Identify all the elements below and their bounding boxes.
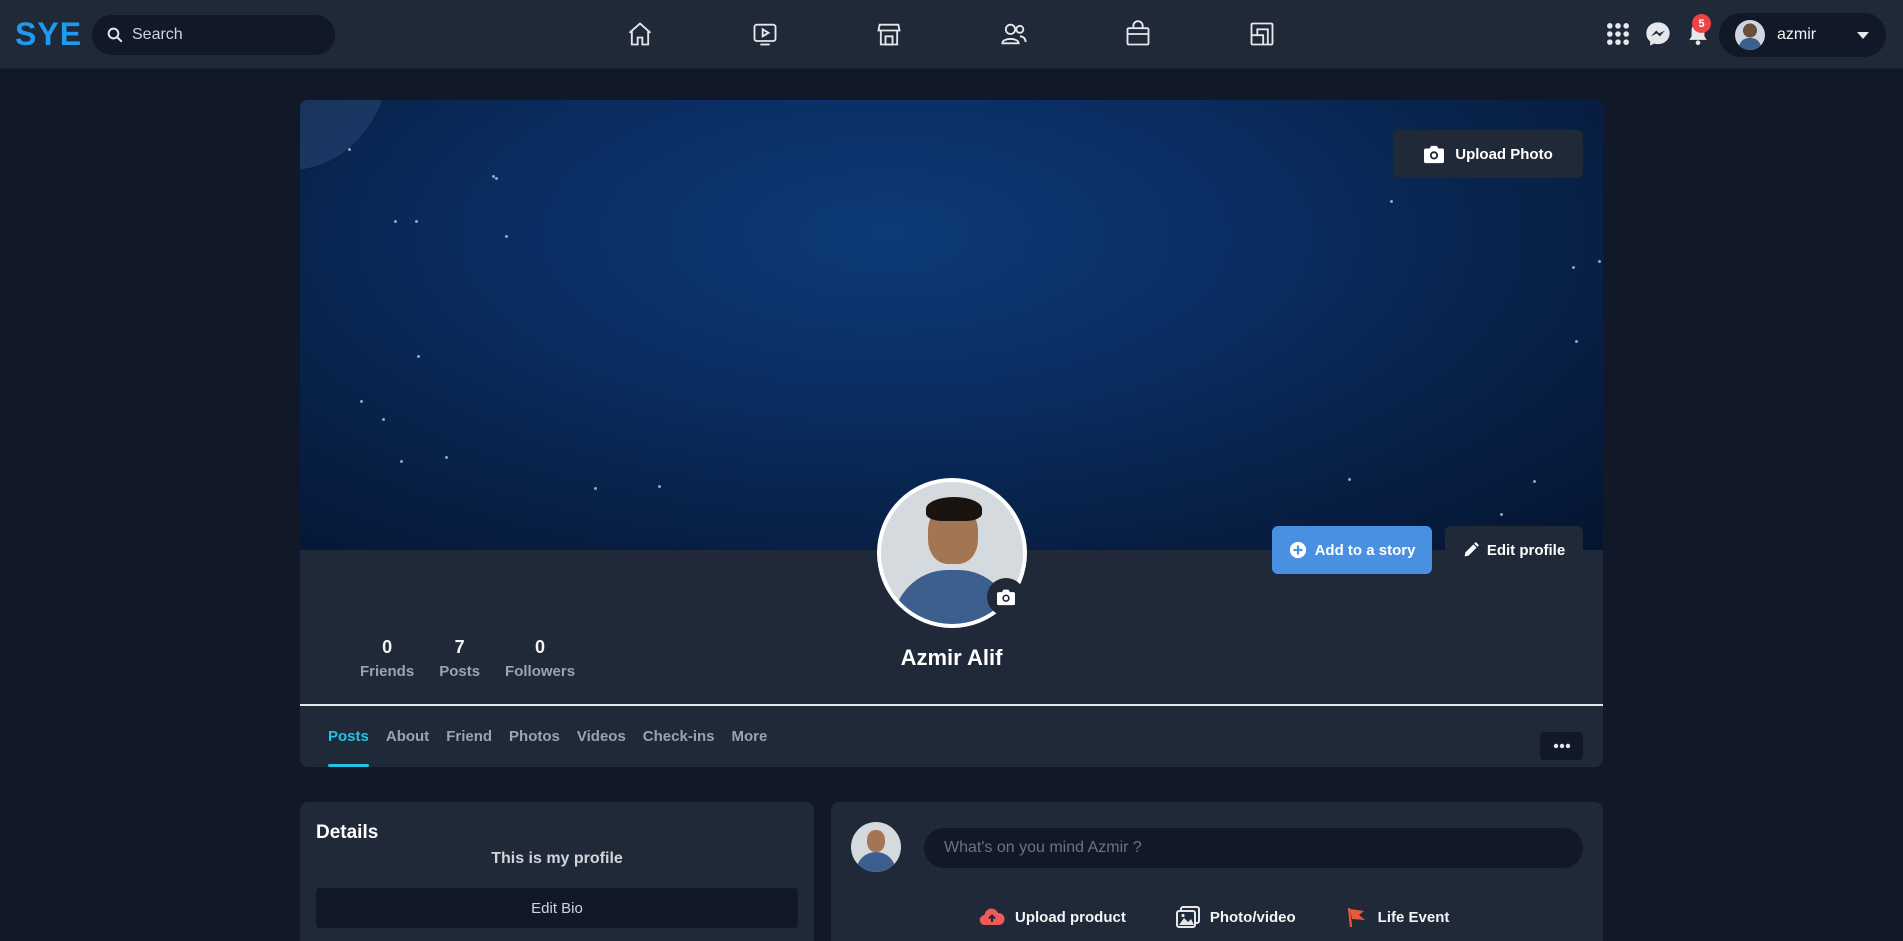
nav-marketplace[interactable]	[873, 18, 905, 50]
tab-check-ins[interactable]: Check-ins	[643, 706, 715, 767]
edit-profile-button[interactable]: Edit profile	[1445, 526, 1583, 574]
username: azmir	[1777, 26, 1817, 43]
tab-more[interactable]: More	[732, 706, 768, 767]
grid-menu-icon	[1607, 23, 1629, 45]
bio-text: This is my profile	[491, 850, 623, 867]
messenger-button[interactable]	[1644, 20, 1672, 48]
notification-badge: 5	[1692, 14, 1711, 33]
groups-icon	[1001, 23, 1027, 45]
add-to-story-button[interactable]: Add to a story	[1272, 526, 1432, 574]
avatar	[1735, 20, 1765, 50]
apps-menu-button[interactable]	[1604, 20, 1632, 48]
ellipsis-icon	[1553, 743, 1570, 749]
post-composer: Upload product Photo/video Life Event	[831, 802, 1603, 941]
details-card: Details This is my profile Edit Bio	[300, 802, 814, 941]
tab-friend[interactable]: Friend	[446, 706, 492, 767]
life-event-button[interactable]: Life Event	[1346, 906, 1450, 928]
marketplace-icon	[877, 23, 901, 46]
edit-profile-label: Edit profile	[1486, 541, 1566, 559]
stat-value: 0	[535, 637, 546, 657]
search-box[interactable]	[92, 15, 335, 55]
app-logo[interactable]: SYE	[15, 14, 82, 54]
add-to-story-label: Add to a story	[1314, 541, 1416, 559]
tab-photos[interactable]: Photos	[509, 706, 560, 767]
tab-videos[interactable]: Videos	[577, 706, 626, 767]
profile-stats: 0 Friends 7 Posts 0 Followers	[360, 635, 600, 680]
cover-moon-decoration	[300, 100, 390, 170]
user-menu[interactable]: azmir	[1719, 13, 1886, 57]
pages-icon	[1250, 22, 1274, 46]
stat-value: 0	[382, 637, 393, 657]
stat-friends[interactable]: 0 Friends	[360, 635, 414, 680]
camera-icon	[1424, 145, 1445, 164]
tab-posts[interactable]: Posts	[328, 706, 369, 767]
nav-video[interactable]	[749, 18, 781, 50]
upload-product-button[interactable]: Upload product	[979, 907, 1126, 927]
stat-followers[interactable]: 0 Followers	[505, 635, 575, 680]
stat-label: Followers	[505, 663, 576, 680]
edit-bio-button[interactable]: Edit Bio	[316, 888, 798, 928]
messenger-icon	[1646, 22, 1670, 46]
pencil-icon	[1464, 542, 1479, 557]
photo-video-label: Photo/video	[1209, 908, 1296, 926]
tab-about[interactable]: About	[386, 706, 429, 767]
stat-posts[interactable]: 7 Posts	[439, 635, 480, 680]
avatar	[851, 822, 901, 872]
upload-cover-photo-button[interactable]: Upload Photo	[1393, 130, 1583, 178]
life-event-label: Life Event	[1377, 908, 1450, 926]
nav-groups[interactable]	[998, 18, 1030, 50]
profile-tabs: Posts About Friend Photos Videos Check-i…	[328, 706, 784, 767]
nav-pages[interactable]	[1246, 18, 1278, 50]
search-input[interactable]	[132, 26, 322, 44]
camera-icon	[997, 589, 1015, 606]
details-title: Details	[316, 822, 379, 843]
post-input[interactable]	[924, 828, 1583, 868]
search-icon	[107, 27, 123, 43]
shopping-bag-icon	[1126, 20, 1150, 46]
flag-icon	[1347, 907, 1365, 928]
composer-actions: Upload product Photo/video Life Event	[979, 906, 1499, 928]
stat-label: Posts	[439, 663, 481, 680]
more-options-button[interactable]	[1540, 732, 1583, 760]
upload-photo-label: Upload Photo	[1455, 145, 1553, 163]
home-icon	[628, 22, 652, 46]
upload-product-label: Upload product	[1015, 908, 1126, 926]
stat-label: Friends	[360, 663, 415, 680]
change-avatar-button[interactable]	[987, 578, 1025, 616]
video-icon	[753, 23, 777, 46]
stat-value: 7	[454, 637, 465, 657]
nav-shop[interactable]	[1122, 18, 1154, 50]
cloud-upload-icon	[979, 908, 1005, 926]
nav-home[interactable]	[624, 18, 656, 50]
chevron-down-icon[interactable]	[1856, 28, 1870, 42]
plus-circle-icon	[1289, 541, 1306, 559]
photo-video-button[interactable]: Photo/video	[1175, 906, 1296, 928]
top-navbar: SYE 5 azmir	[0, 0, 1903, 69]
photo-icon	[1175, 906, 1200, 928]
profile-header-card: Upload Photo Add to a story Edit profile…	[300, 100, 1603, 767]
profile-name: Azmir Alif	[900, 645, 1003, 670]
